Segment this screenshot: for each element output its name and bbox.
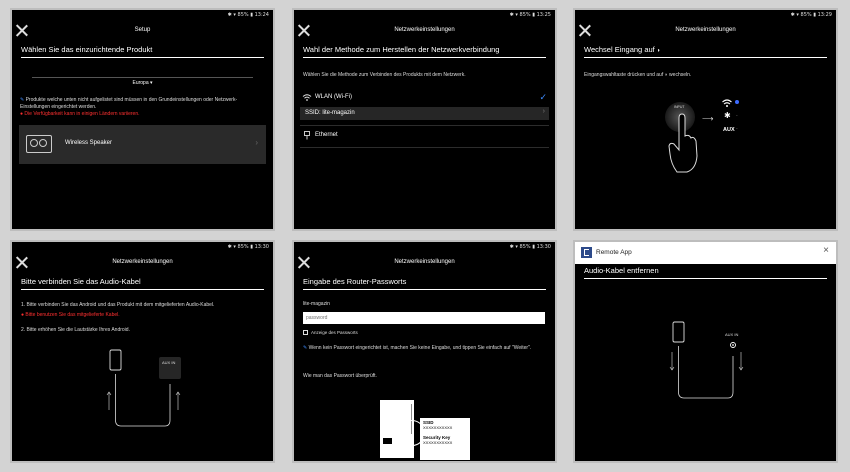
audio-cable-screen: ✱ ▾ 85% ▮ 13:30 Netzwerkeinstellungen Bi… (10, 240, 275, 463)
router-password-screen: ✱ ▾ 85% ▮ 13:30 Netzwerkeinstellungen Ei… (292, 240, 557, 463)
wifi-label: WLAN (Wi-Fi) (315, 94, 352, 100)
divider (300, 125, 549, 126)
screen-title: Setup (134, 27, 151, 33)
bluetooth-icon: ✱ (724, 111, 731, 120)
screen-title: Netzwerkeinstellungen (394, 27, 455, 33)
region-underline (32, 77, 253, 78)
show-password-label: Anzeige des Passworts (311, 330, 358, 335)
pencil-icon: ✎ (303, 345, 308, 351)
show-password-checkbox[interactable] (303, 330, 308, 335)
remove-cable-screen: Remote App × Audio-Kabel entfernen AUX I… (573, 240, 838, 463)
checkmark-icon: ✓ (539, 92, 547, 102)
router-label-thumbnail (383, 438, 392, 444)
input-instruction: Eingangswahltaste drücken und auf ◗ wech… (584, 72, 692, 78)
close-icon[interactable]: × (823, 245, 829, 256)
status-bar: ✱ ▾ 85% ▮ 13:29 (790, 12, 832, 18)
app-icon (581, 247, 592, 258)
pencil-icon: ✎ (20, 97, 25, 103)
info-note: ✎ Produkte welche unten nicht aufgeliste… (20, 97, 238, 110)
password-input[interactable] (303, 312, 545, 324)
region-select[interactable]: Europa ▾ (12, 80, 273, 86)
label-key-value: XXXXXXXXXXX (423, 440, 453, 445)
product-item-wireless-speaker[interactable]: Wireless Speaker › (19, 125, 266, 164)
arrow-right-icon: ⟶ (702, 114, 714, 123)
window-title: Remote App (596, 249, 632, 256)
setup-screen: ✱ ▾ 85% ▮ 13:24 Setup Wählen Sie das ein… (10, 8, 275, 231)
status-bar: ✱ ▾ 85% ▮ 13:30 (227, 244, 269, 250)
warning-icon: ● (21, 312, 25, 318)
ethernet-label: Ethernet (315, 132, 338, 138)
divider (300, 147, 549, 148)
speaker-icon (26, 135, 52, 153)
wifi-icon (302, 94, 312, 101)
ssid-row[interactable]: SSID: lite-magazin › (300, 107, 549, 120)
wifi-led-icon (735, 100, 739, 104)
method-intro: Wählen Sie die Methode zum Verbinden des… (303, 72, 466, 78)
availability-warning: ● Die Verfügbarkeit kann in einigen Länd… (20, 111, 140, 117)
status-bar: ✱ ▾ 85% ▮ 13:25 (509, 12, 551, 18)
aux-in-label: AUX IN (725, 332, 739, 337)
router-label-callout: SSID XXXXXXXXXXX Security Key XXXXXXXXXX… (420, 418, 470, 460)
page-heading: Wählen Sie das einzurichtende Produkt (21, 45, 153, 54)
page-heading: Eingabe des Router-Passworts (303, 277, 407, 286)
heading-divider (584, 57, 827, 58)
product-label: Wireless Speaker (65, 140, 113, 146)
screen-title: Netzwerkeinstellungen (112, 259, 173, 265)
status-bar: ✱ ▾ 85% ▮ 13:24 (227, 12, 269, 18)
wifi-icon: ◗ (656, 48, 661, 54)
ssid-label: SSID: lite-magazin (305, 110, 355, 116)
heading-divider (21, 57, 264, 58)
step-2: 2. Bitte erhöhen Sie die Lautstärke Ihre… (21, 327, 130, 333)
page-heading: Audio-Kabel entfernen (584, 266, 659, 275)
page-heading: Wahl der Methode zum Herstellen der Netz… (303, 45, 500, 54)
wifi-icon: ◗ (664, 72, 668, 78)
switch-input-screen: ✱ ▾ 85% ▮ 13:29 Netzwerkeinstellungen We… (573, 8, 838, 231)
chevron-right-icon: › (542, 108, 545, 115)
chevron-right-icon: › (255, 138, 258, 147)
password-info: ✎ Wenn kein Passwort eingerichtet ist, m… (303, 345, 532, 351)
screen-title: Netzwerkeinstellungen (675, 27, 736, 33)
ssid-name: lite-magazin (303, 301, 330, 307)
page-heading: Bitte verbinden Sie das Audio-Kabel (21, 277, 141, 286)
aux-label: AUX (723, 127, 735, 133)
page-heading: Wechsel Eingang auf ◗ (584, 45, 661, 54)
heading-divider (584, 278, 827, 279)
wifi-icon (722, 99, 732, 107)
input-button-label: INPUT (674, 105, 685, 109)
bluetooth-led-icon: - (736, 113, 738, 119)
option-wifi[interactable]: WLAN (Wi-Fi) ✓ (294, 90, 555, 106)
status-bar: ✱ ▾ 85% ▮ 13:30 (509, 244, 551, 250)
step-1: 1. Bitte verbinden Sie das Android und d… (21, 302, 215, 308)
heading-divider (21, 289, 264, 290)
ethernet-icon (304, 131, 310, 140)
warning-icon: ● (20, 111, 24, 117)
heading-divider (303, 57, 546, 58)
screen-title: Netzwerkeinstellungen (394, 259, 455, 265)
aux-led-icon: - (736, 126, 738, 132)
window-titlebar: Remote App × (575, 242, 836, 264)
finger-press-icon (668, 113, 698, 173)
heading-divider (303, 289, 546, 290)
aux-in-label: AUX IN (162, 360, 176, 365)
label-ssid-value: XXXXXXXXXXX (423, 425, 453, 430)
network-method-screen: ✱ ▾ 85% ▮ 13:25 Netzwerkeinstellungen Wa… (292, 8, 557, 231)
cable-warning: ● Bitte benutzen Sie das mitgelieferte K… (21, 312, 120, 318)
option-ethernet[interactable]: Ethernet (294, 128, 555, 144)
check-password-link[interactable]: Wie man das Passwort überprüft. (303, 373, 377, 379)
